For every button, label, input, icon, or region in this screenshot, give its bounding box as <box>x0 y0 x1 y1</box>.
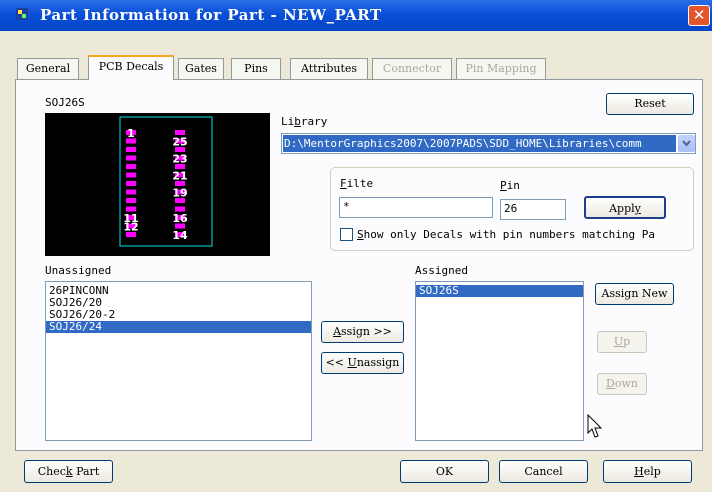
tab-attributes[interactable]: Attributes <box>290 58 368 79</box>
decal-pad-right-18 <box>175 198 185 203</box>
assigned-list[interactable]: SOJ26S <box>415 281 584 441</box>
window-title: Part Information for Part - NEW_PART <box>40 6 382 24</box>
decal-pin-number: 19 <box>172 187 187 200</box>
reset-button[interactable]: Reset <box>606 93 694 115</box>
library-select[interactable]: D:\MentorGraphics2007\2007PADS\SDD_HOME\… <box>281 133 696 154</box>
assigned-label: Assigned <box>415 264 468 277</box>
show-only-label: Show only Decals with pin numbers matchi… <box>357 228 656 241</box>
decal-pad-right-15 <box>175 223 185 229</box>
decal-pad-right-26 <box>175 130 185 135</box>
close-button[interactable]: ✕ <box>688 5 710 26</box>
decal-pad-left-5 <box>126 164 136 169</box>
cancel-button[interactable]: Cancel <box>499 460 588 483</box>
unassigned-list[interactable]: 26PINCONN SOJ26/20 SOJ26/20-2 SOJ26/24 <box>45 281 312 441</box>
apply-button[interactable]: Apply <box>584 196 666 219</box>
app-icon <box>16 8 28 20</box>
list-item-selected[interactable]: SOJ26/24 <box>46 321 311 333</box>
list-item-selected[interactable]: SOJ26S <box>416 285 583 297</box>
decal-pad-right-24 <box>175 147 185 152</box>
decal-pad-left-3 <box>126 147 136 152</box>
decal-pad-right-20 <box>175 181 185 186</box>
tab-general[interactable]: General <box>17 58 79 79</box>
tab-pcb-decals[interactable]: PCB Decals <box>88 55 174 80</box>
close-icon[interactable]: ✕ <box>693 6 706 24</box>
filter-input[interactable]: * <box>339 197 493 218</box>
decal-pin-number: 23 <box>172 153 187 166</box>
decal-pad-right-17 <box>175 206 185 212</box>
mouse-cursor-icon <box>587 414 603 438</box>
tab-pins[interactable]: Pins <box>231 58 281 79</box>
decal-pad-left-8 <box>126 189 136 195</box>
assign-button[interactable]: Assign >> <box>321 321 404 343</box>
pin-label: Pin <box>500 179 520 192</box>
chevron-down-icon <box>682 140 691 147</box>
check-part-button[interactable]: Check Part <box>24 460 113 483</box>
title-bar[interactable]: Part Information for Part - NEW_PART ✕ <box>0 0 712 31</box>
decal-pin-number: 14 <box>172 229 188 242</box>
decal-drawing: 11112252321191614 <box>119 116 213 247</box>
up-button[interactable]: Up <box>597 331 647 353</box>
decal-pad-left-2 <box>126 138 136 144</box>
decal-pin-number: 25 <box>172 136 187 149</box>
down-button[interactable]: Down <box>597 373 647 395</box>
tab-gates[interactable]: Gates <box>178 58 224 79</box>
ok-button[interactable]: OK <box>400 460 489 483</box>
filter-label: Filte <box>340 177 374 190</box>
decal-pin-number: 21 <box>172 170 187 183</box>
decal-name-label: SOJ26S <box>45 96 85 109</box>
unassigned-label: Unassigned <box>45 264 112 277</box>
decal-pin-number: 16 <box>172 212 188 225</box>
decal-pad-left-7 <box>126 181 136 186</box>
tab-pin-mapping[interactable]: Pin Mapping <box>456 58 546 79</box>
library-label: Library <box>281 115 328 128</box>
decal-pad-left-10 <box>126 206 136 212</box>
tab-connector[interactable]: Connector <box>372 58 452 79</box>
decal-pad-left-6 <box>126 172 136 178</box>
decal-pad-left-9 <box>126 198 136 203</box>
decal-pad-right-22 <box>175 164 185 169</box>
library-dropdown-button[interactable] <box>678 135 695 152</box>
decal-pad-left-4 <box>126 155 136 161</box>
library-select-value: D:\MentorGraphics2007\2007PADS\SDD_HOME\… <box>283 135 676 152</box>
decal-pin-number: 1 <box>127 127 135 140</box>
unassign-button[interactable]: << Unassign <box>321 352 404 374</box>
decal-preview: 1 11 12 25 23 21 19 16 14 <box>45 113 270 256</box>
show-only-checkbox[interactable] <box>340 228 353 241</box>
pin-input[interactable]: 26 <box>500 199 566 220</box>
help-button[interactable]: Help <box>603 460 692 483</box>
decal-pad-left-13 <box>126 232 136 237</box>
decal-pin-number: 12 <box>123 221 138 234</box>
assign-new-button[interactable]: Assign New <box>595 283 674 305</box>
